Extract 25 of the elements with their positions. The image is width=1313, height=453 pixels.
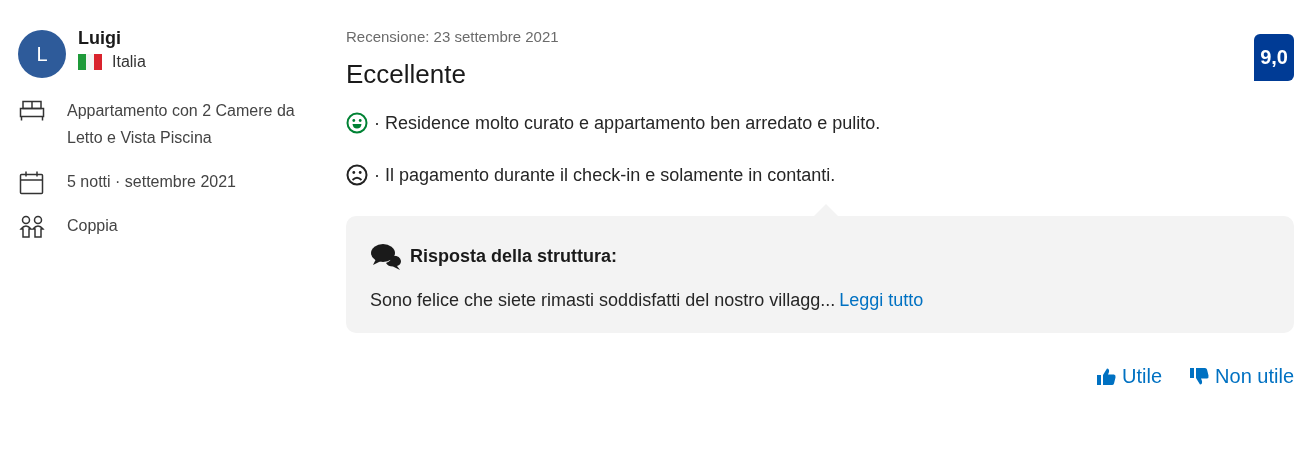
people-icon <box>19 215 45 239</box>
speech-bubbles-icon <box>370 242 402 270</box>
response-text: Sono felice che siete rimasti soddisfatti del nostro villagg... <box>370 290 836 310</box>
score-badge: 9,0 <box>1254 34 1294 81</box>
response-title: Risposta della struttura: <box>410 245 618 267</box>
calendar-icon <box>19 171 45 195</box>
reviewer-name: Luigi <box>78 28 122 49</box>
bed-icon <box>19 100 45 122</box>
review-comment: · Il pagamento durante il check-in e solamente in contanti. <box>374 164 836 186</box>
stay-detail: 5 notti · settembre 2021 <box>67 172 237 192</box>
read-more-link[interactable]: Leggi tutto <box>839 290 924 310</box>
thumbs-up-icon <box>1097 368 1117 385</box>
stay-detail: Coppia <box>67 216 119 236</box>
review-title: Eccellente <box>346 59 467 90</box>
vote-button[interactable]: Utile <box>1097 365 1163 388</box>
avatar: L <box>18 30 66 78</box>
thumbs-down-icon <box>1190 368 1210 385</box>
flag-icon <box>78 54 102 70</box>
vote-button[interactable]: Non utile <box>1190 365 1294 388</box>
sad-face-icon <box>346 164 368 186</box>
stay-detail: Appartamento con 2 Camere da Letto e Vista Piscina <box>67 101 296 148</box>
country-name: Italia <box>112 53 146 71</box>
review-date: Recensione: 23 settembre 2021 <box>346 28 559 45</box>
review-comment: · Residence molto curato e appartamento ben arredato e pulito. <box>374 112 881 134</box>
smiley-icon <box>346 112 368 134</box>
